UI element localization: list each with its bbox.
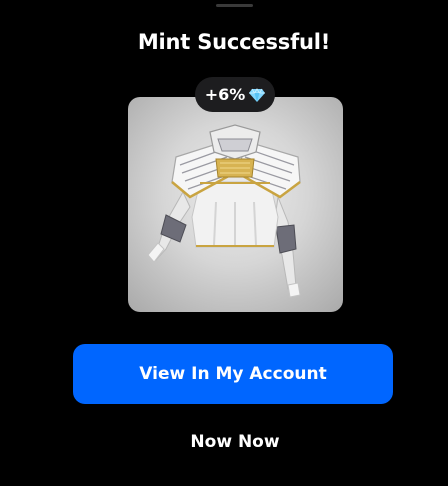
armor-chestplate-icon [147, 124, 301, 298]
diamond-icon [249, 87, 266, 102]
view-in-account-button[interactable]: View In My Account [73, 344, 393, 404]
bonus-label: +6% [204, 85, 246, 104]
now-now-button[interactable]: Now Now [0, 432, 448, 452]
bonus-badge: +6% [195, 77, 275, 112]
modal-title: Mint Successful! [137, 30, 331, 54]
item-preview-card [128, 97, 343, 312]
sheet-drag-handle[interactable] [216, 4, 253, 7]
